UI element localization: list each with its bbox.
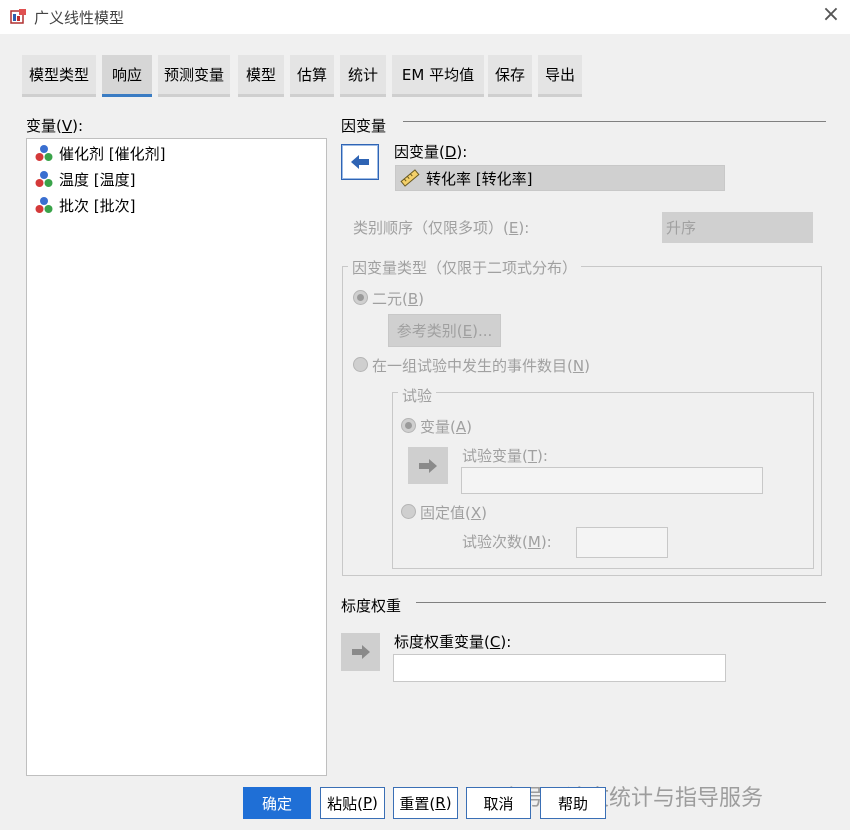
fixed-value-radio[interactable] [401, 504, 416, 519]
dependent-type-legend: 因变量类型（仅限于二项式分布） [348, 257, 582, 278]
variables-label: 变量(V): [26, 117, 84, 135]
list-item[interactable]: 催化剂 [催化剂] [35, 141, 165, 165]
events-label: 在一组试验中发生的事件数目(N) [372, 357, 590, 375]
cancel-button[interactable]: 取消 [466, 787, 531, 819]
tab-export[interactable]: 导出 [538, 55, 582, 97]
section-divider [403, 121, 826, 122]
nominal-icon [35, 197, 53, 213]
reset-button[interactable]: 重置(R) [393, 787, 458, 819]
tab-label: 响应 [111, 66, 142, 84]
scale-weight-label: 标度权重变量(C): [394, 633, 512, 651]
list-item-label: 批次 [批次] [59, 196, 136, 215]
nominal-icon [35, 145, 53, 161]
paste-button[interactable]: 粘贴(P) [320, 787, 385, 819]
category-order-select[interactable]: 升序 [662, 212, 813, 243]
trial-count-label: 试验次数(M): [462, 533, 552, 551]
tab-statistics[interactable]: 统计 [340, 55, 386, 97]
category-order-label: 类别顺序（仅限多项）(E): [353, 219, 530, 237]
tab-label: 估算 [296, 66, 327, 84]
trial-variable-label: 试验变量(T): [462, 447, 548, 465]
move-trial-variable-button[interactable] [408, 447, 448, 484]
tab-label: 模型类型 [28, 66, 89, 84]
title-bar [0, 0, 850, 34]
nominal-icon [35, 171, 53, 187]
binary-label: 二元(B) [372, 290, 425, 308]
window-title: 广义线性模型 [34, 9, 125, 27]
scale-weight-field[interactable] [393, 654, 726, 682]
tab-model[interactable]: 模型 [238, 55, 284, 97]
app-icon [10, 9, 26, 24]
trials-legend: 试验 [398, 385, 437, 406]
arrow-left-icon [351, 155, 369, 169]
scale-weight-section-title: 标度权重 [341, 597, 402, 615]
tab-label: EM 平均值 [401, 66, 475, 84]
ok-button[interactable]: 确定 [243, 787, 311, 819]
tab-label: 模型 [245, 66, 276, 84]
binary-radio[interactable] [353, 290, 368, 305]
fixed-value-label: 固定值(X) [420, 504, 487, 522]
variables-list[interactable]: 催化剂 [催化剂] 温度 [温度] 批次 [批次] [26, 138, 327, 776]
list-item-label: 温度 [温度] [59, 170, 136, 189]
list-item[interactable]: 温度 [温度] [35, 167, 135, 191]
dependent-field-label: 因变量(D): [394, 143, 468, 161]
move-dependent-button[interactable] [341, 144, 379, 180]
tab-model-type[interactable]: 模型类型 [22, 55, 96, 97]
arrow-right-icon [419, 458, 437, 473]
events-radio[interactable] [353, 357, 368, 372]
tab-response[interactable]: 响应 [102, 55, 152, 97]
reference-category-button[interactable]: 参考类别(E)... [388, 314, 501, 347]
close-icon[interactable]: × [820, 4, 842, 26]
tab-label: 导出 [544, 66, 575, 84]
dependent-section-title: 因变量 [341, 117, 387, 135]
trial-variable-field[interactable] [461, 467, 763, 494]
dependent-field[interactable]: 转化率 [转化率] [395, 165, 725, 191]
tab-label: 统计 [347, 66, 378, 84]
tab-label: 保存 [494, 66, 525, 84]
help-button[interactable]: 帮助 [540, 787, 606, 819]
tab-estimation[interactable]: 估算 [290, 55, 334, 97]
list-item[interactable]: 批次 [批次] [35, 193, 135, 217]
trial-variable-radio-label: 变量(A) [420, 418, 472, 436]
tab-predictors[interactable]: 预测变量 [158, 55, 230, 97]
arrow-right-icon [351, 645, 370, 659]
trial-count-field[interactable] [576, 527, 668, 558]
scale-icon [400, 169, 420, 187]
move-scale-weight-button[interactable] [341, 633, 380, 671]
tab-save[interactable]: 保存 [488, 55, 532, 97]
list-item-label: 催化剂 [催化剂] [59, 144, 166, 163]
tab-em-means[interactable]: EM 平均值 [392, 55, 484, 97]
tab-label: 预测变量 [163, 66, 224, 84]
section-divider [416, 602, 826, 603]
trial-variable-radio[interactable] [401, 418, 416, 433]
dependent-value: 转化率 [转化率] [426, 169, 533, 188]
